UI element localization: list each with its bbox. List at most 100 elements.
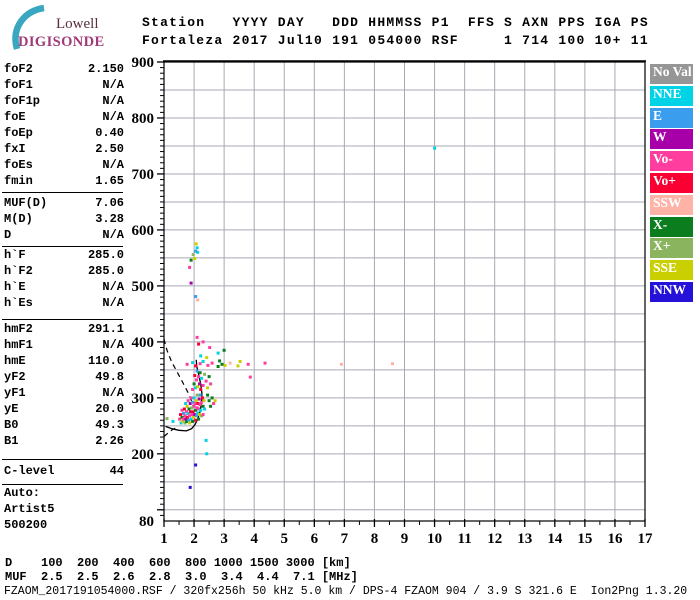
echo-point (187, 407, 191, 411)
echo-point (191, 419, 195, 423)
muf-row: MUF 2.5 2.5 2.6 2.8 3.0 3.4 4.4 7.1 [MHz… (5, 570, 358, 584)
echo-point (205, 356, 209, 360)
legend-item-no-val: No Val (650, 64, 693, 84)
echo-point (218, 359, 222, 363)
echo-point (216, 351, 220, 355)
echo-point (188, 421, 192, 425)
echo-point (246, 362, 250, 366)
echo-point (433, 146, 437, 150)
legend-item-vo-: Vo- (650, 151, 693, 172)
echo-point (165, 417, 169, 421)
echo-point (203, 407, 207, 411)
echo-point (209, 404, 213, 408)
x-tick-label: 3 (220, 531, 228, 547)
x-tick-label: 11 (458, 531, 472, 547)
echo-point (213, 399, 217, 403)
echo-point (184, 402, 188, 405)
ionogram-page: Lowell DIGISONDE Station YYYY DAY DDD HH… (0, 0, 700, 600)
echo-point (188, 265, 192, 269)
echo-point (206, 363, 210, 367)
echo-point (200, 376, 204, 380)
file-info-footer: FZAOM_2017191054000.RSF / 320fx256h 50 k… (4, 585, 688, 598)
echo-point (193, 374, 197, 377)
echo-point (220, 362, 224, 366)
x-tick-label: 1 (160, 531, 168, 547)
echo-point (195, 369, 199, 373)
echo-point (195, 414, 198, 418)
y-tick-label: 80 (139, 514, 154, 530)
y-tick-label: 700 (132, 167, 155, 183)
legend-item-x+: X+ (650, 238, 693, 259)
echo-point (197, 375, 201, 379)
echo-point (189, 410, 192, 414)
echo-point (209, 382, 213, 386)
echo-point (198, 371, 202, 375)
x-tick-label: 5 (281, 531, 289, 547)
distance-row: D 100 200 400 600 800 1000 1500 3000 [km… (5, 556, 351, 570)
x-tick-label: 4 (250, 531, 258, 547)
dashed-transmission-curve (163, 338, 195, 408)
y-tick-label: 200 (132, 447, 155, 463)
y-tick-label: 400 (132, 335, 155, 351)
x-tick-label: 15 (577, 531, 592, 547)
echo-point (194, 295, 198, 298)
echo-point (196, 385, 200, 389)
legend-item-vo+: Vo+ (650, 173, 693, 193)
echo-point (201, 340, 205, 344)
echo-point (189, 281, 193, 285)
echo-point (182, 407, 186, 411)
y-tick-label: 600 (132, 223, 155, 239)
echo-point (199, 408, 203, 412)
echo-point (185, 404, 189, 408)
echo-point (196, 298, 200, 302)
echo-point (223, 363, 227, 367)
echo-point (199, 354, 203, 358)
y-tick-label: 300 (132, 391, 155, 407)
echo-point (185, 362, 189, 366)
echo-point (189, 396, 193, 400)
echo-point (192, 404, 196, 408)
x-tick-label: 13 (517, 531, 532, 547)
legend-item-w: W (650, 129, 693, 150)
echo-point (195, 393, 199, 397)
echo-point (339, 362, 343, 366)
echo-point (210, 396, 214, 400)
echo-point (191, 388, 195, 391)
legend-item-nne: NNE (650, 85, 693, 106)
x-tick-label: 10 (427, 531, 442, 547)
echo-point (191, 253, 195, 257)
ionogram-plot: 900800700600500400300200801 2 3 4 5 6 7 8 9 10 11 1… (132, 55, 654, 547)
echo-point (189, 258, 193, 262)
y-tick-label: 900 (132, 55, 155, 71)
y-tick-label: 500 (132, 279, 155, 295)
echo-point (197, 397, 201, 401)
echo-point (204, 379, 208, 383)
x-tick-label: 16 (607, 531, 623, 547)
echo-point (238, 360, 242, 363)
echo-point (236, 364, 240, 368)
legend-item-nnw: NNW (650, 282, 693, 302)
echo-point (198, 362, 202, 366)
echo-point (212, 402, 216, 405)
echo-point (203, 372, 207, 376)
echo-point (263, 361, 267, 365)
echo-point (248, 375, 252, 379)
echo-point (201, 384, 205, 387)
echo-point (194, 242, 198, 246)
echo-point (222, 348, 226, 352)
echo-point (198, 393, 202, 397)
y-tick-label: 800 (132, 111, 155, 127)
echo-point (204, 438, 208, 442)
echo-point (190, 413, 194, 417)
echo-point (193, 257, 197, 260)
echo-point (188, 485, 192, 489)
x-tick-label: 7 (341, 531, 349, 547)
echo-point (201, 396, 204, 400)
echo-point (194, 249, 198, 253)
echo-point (197, 342, 201, 346)
echo-point (194, 463, 198, 467)
echo-point (198, 382, 201, 386)
echo-point (194, 364, 198, 368)
echo-point (195, 246, 199, 250)
echo-point (207, 399, 211, 403)
